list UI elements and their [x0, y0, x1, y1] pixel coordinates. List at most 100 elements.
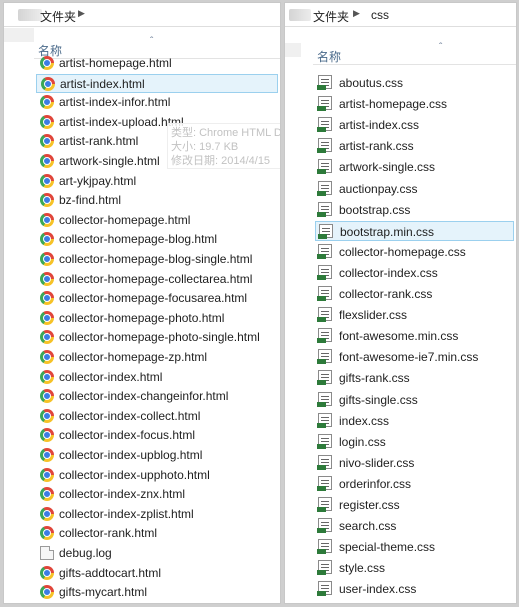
file-name: bz-find.html	[59, 193, 122, 208]
file-name: collector-index-upblog.html	[59, 448, 203, 462]
file-name: art-ykjpay.html	[59, 173, 137, 188]
css-file-icon	[318, 223, 333, 239]
file-row[interactable]: nivo-slider.css	[315, 453, 514, 473]
file-name: artist-rank.html	[59, 134, 139, 149]
file-row[interactable]: artist-index.html	[36, 73, 278, 93]
file-row[interactable]: collector-homepage-collectarea.html	[36, 270, 278, 289]
chrome-icon	[40, 252, 54, 266]
file-row[interactable]: collector-homepage-blog-single.html	[36, 250, 278, 269]
file-row[interactable]: index.css	[315, 411, 514, 431]
file-row[interactable]: gifts-single.css	[315, 390, 514, 410]
file-row[interactable]: collector-homepage.html	[36, 211, 278, 230]
file-row[interactable]: collector-index-zplist.html	[36, 505, 278, 524]
chrome-icon	[40, 467, 54, 482]
file-row[interactable]: auctionpay.css	[315, 179, 514, 199]
file-row[interactable]: artist-index.css	[315, 115, 514, 135]
file-row[interactable]: register.css	[315, 495, 514, 515]
file-row[interactable]: collector-homepage-blog.html	[36, 230, 278, 249]
chevron-right-icon[interactable]: ▶	[78, 8, 85, 19]
file-row[interactable]: collector-index-upphoto.html	[36, 466, 278, 485]
sort-ascending-icon: ˆ	[150, 36, 154, 47]
file-row[interactable]: search.css	[315, 516, 514, 536]
file-row[interactable]: special-theme.css	[315, 537, 514, 557]
file-name: orderinfor.css	[339, 476, 412, 491]
file-row[interactable]: user-index.css	[315, 579, 514, 599]
file-row[interactable]: collector-index-znx.html	[36, 485, 278, 504]
file-row[interactable]: gifts-addtocart.html	[36, 564, 278, 583]
file-row[interactable]: collector-index-collect.html	[36, 407, 278, 426]
file-row[interactable]: artist-homepage.css	[315, 94, 514, 114]
file-row[interactable]: art-ykjpay.html	[36, 172, 278, 191]
css-file-icon	[317, 560, 332, 576]
file-row[interactable]: orderinfor.css	[315, 474, 514, 494]
file-name: collector-index-focus.html	[59, 428, 196, 443]
file-row[interactable]: gifts-rank.css	[315, 368, 514, 388]
file-row[interactable]: collector-homepage.css	[315, 242, 514, 262]
file-name: collector-index-collect.html	[59, 408, 201, 423]
file-row[interactable]: collector-homepage-focusarea.html	[36, 289, 278, 308]
file-row[interactable]: artwork-single.css	[315, 157, 514, 177]
css-file-icon	[317, 117, 332, 133]
header-gutter	[4, 28, 34, 42]
file-row[interactable]: bootstrap.min.css	[315, 220, 514, 241]
file-row[interactable]: bootstrap.css	[315, 200, 514, 220]
file-row[interactable]: collector-index.html	[36, 368, 278, 387]
file-row[interactable]: font-awesome.min.css	[315, 326, 514, 346]
file-name: artwork-single.css	[339, 160, 436, 175]
file-row[interactable]: style.css	[315, 558, 514, 578]
tooltip-size: 大小: 19.7 KB	[171, 141, 239, 153]
name-column-header[interactable]: 名称 ˆ	[313, 42, 516, 65]
file-row[interactable]: collector-index-focus.html	[36, 426, 278, 445]
breadcrumb-current-folder[interactable]: css	[371, 8, 389, 22]
chevron-right-icon[interactable]: ▶	[353, 8, 360, 19]
file-name: index.css	[339, 413, 390, 428]
file-row[interactable]: collector-rank.css	[315, 284, 514, 304]
chrome-icon	[40, 330, 54, 345]
file-name: bootstrap.css	[339, 202, 411, 217]
chrome-icon	[40, 526, 54, 541]
file-row[interactable]: artist-index-infor.html	[36, 93, 278, 112]
file-row[interactable]: collector-rank.html	[36, 524, 278, 543]
tooltip-modified: 修改日期: 2014/4/15	[171, 155, 271, 167]
chrome-icon	[40, 291, 54, 306]
file-row[interactable]: collector-homepage-photo.html	[36, 309, 278, 328]
file-row[interactable]: artist-homepage.html	[36, 54, 278, 73]
file-row[interactable]: collector-index-upblog.html	[36, 446, 278, 465]
file-name: artist-homepage.html	[59, 56, 172, 70]
css-file-icon	[317, 349, 332, 365]
file-name: collector-index-zplist.html	[59, 506, 194, 521]
file-name: collector-index-znx.html	[59, 487, 186, 502]
breadcrumb-folder[interactable]: 文件夹	[40, 8, 76, 25]
file-name: search.css	[339, 519, 397, 534]
css-file-icon	[317, 497, 332, 512]
chrome-icon	[40, 506, 54, 521]
file-row[interactable]: collector-index-changeinfor.html	[36, 387, 278, 406]
file-name: font-awesome.min.css	[339, 329, 459, 344]
file-row[interactable]: aboutus.css	[315, 73, 514, 93]
file-row[interactable]: debug.log	[36, 544, 278, 563]
file-name: artist-homepage.css	[339, 97, 448, 112]
css-file-icon	[317, 412, 332, 428]
breadcrumb: 文件夹 ▶ css	[285, 3, 516, 27]
file-name: gifts-single.css	[339, 392, 418, 407]
file-row[interactable]: collector-homepage-zp.html	[36, 348, 278, 367]
file-row[interactable]: artist-rank.css	[315, 136, 514, 156]
left-explorer-pane: 文件夹 ▶ 名称 ˆ artist-homepage.html artist-in…	[3, 2, 281, 604]
file-name: register.css	[339, 498, 400, 512]
file-row[interactable]: gifts-mycart.html	[36, 583, 278, 602]
chrome-icon	[40, 114, 54, 129]
file-name: artwork-single.html	[59, 154, 160, 168]
file-row[interactable]: flexslider.css	[315, 305, 514, 325]
chrome-icon	[40, 448, 54, 462]
file-row[interactable]: bz-find.html	[36, 191, 278, 210]
file-name: debug.log	[59, 546, 112, 560]
file-name: bootstrap.min.css	[340, 224, 435, 239]
file-row[interactable]: font-awesome-ie7.min.css	[315, 347, 514, 367]
file-row[interactable]: collector-homepage-photo-single.html	[36, 328, 278, 347]
file-name: artist-index-infor.html	[59, 95, 171, 110]
breadcrumb-parent-folder[interactable]: 文件夹	[313, 8, 349, 25]
file-row[interactable]: collector-index.css	[315, 263, 514, 283]
file-row[interactable]: login.css	[315, 432, 514, 452]
file-name: collector-index.css	[339, 265, 438, 280]
file-name: gifts-addtocart.html	[59, 565, 162, 580]
